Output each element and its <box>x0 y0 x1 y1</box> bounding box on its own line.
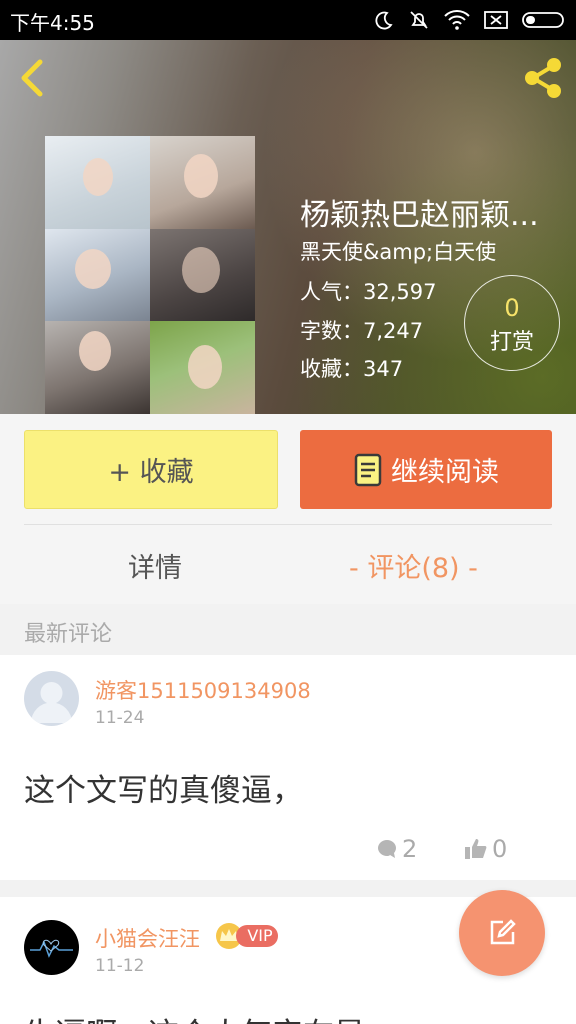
cover-photo <box>45 228 150 322</box>
reply-button[interactable]: 2 <box>376 835 417 863</box>
add-favorite-button[interactable]: + 收藏 <box>24 430 278 509</box>
reply-count: 2 <box>402 835 418 863</box>
comment-item: 游客1511509134908 11-24 这个文写的真傻逼， 2 0 <box>0 655 576 880</box>
book-cover[interactable] <box>45 136 255 414</box>
vip-badge: VIP <box>236 925 278 947</box>
avatar[interactable] <box>24 671 79 726</box>
book-title: 杨颖热巴赵丽颖... <box>300 198 539 233</box>
comment-icon <box>378 840 396 858</box>
add-favorite-label: + 收藏 <box>108 457 194 488</box>
share-button[interactable] <box>520 56 566 100</box>
wifi-icon <box>444 10 470 30</box>
status-bar: 下午4:55 <box>0 0 576 40</box>
battery-icon <box>522 12 564 28</box>
like-count: 0 <box>492 835 508 863</box>
comment-text: 牛逼啊，这个人气实在是 <box>24 1009 365 1024</box>
cover-photo <box>45 136 150 229</box>
like-button[interactable]: 0 <box>464 835 507 863</box>
cover-photo <box>150 136 255 229</box>
share-icon <box>525 58 561 98</box>
comment-username[interactable]: 游客1511509134908 <box>95 675 311 705</box>
tab-comments[interactable]: - 评论(8) - <box>349 546 478 585</box>
popularity-stat: 人气：32,597 <box>300 280 437 304</box>
avatar[interactable] <box>24 920 79 975</box>
mute-icon <box>410 11 428 29</box>
action-bar: + 收藏 继续阅读 详情 - 评论(8) - <box>0 414 576 604</box>
comment-text: 这个文写的真傻逼， <box>24 773 303 809</box>
comment-date: 11-24 <box>95 708 145 728</box>
default-avatar-icon <box>31 682 72 723</box>
word-count-stat: 字数：7,247 <box>300 319 424 343</box>
thumbs-up-icon <box>465 839 487 859</box>
comment-username[interactable]: 小猫会汪汪 <box>95 923 200 953</box>
book-header: 杨颖热巴赵丽颖... 黑天使&amp;白天使 人气：32,597 字数：7,24… <box>0 40 576 414</box>
divider <box>24 524 552 525</box>
moon-icon <box>375 11 393 30</box>
tab-detail[interactable]: 详情 <box>128 546 182 585</box>
favorites-stat: 收藏：347 <box>300 357 404 381</box>
tip-count: 0 <box>504 294 520 322</box>
comment-date: 11-12 <box>95 956 145 976</box>
edit-icon <box>490 919 516 945</box>
book-author[interactable]: 黑天使&amp;白天使 <box>300 236 496 266</box>
tip-button[interactable]: 0 打赏 <box>464 275 560 371</box>
tip-label: 打赏 <box>489 330 534 355</box>
cover-photo <box>150 321 255 414</box>
sim-icon <box>484 11 508 29</box>
cover-photo <box>150 228 255 322</box>
status-time: 下午4:55 <box>10 11 95 35</box>
continue-reading-button[interactable]: 继续阅读 <box>300 430 552 509</box>
back-button[interactable] <box>14 56 54 100</box>
book-icon <box>354 453 382 486</box>
user-avatar-image <box>30 939 73 958</box>
comments-section-title: 最新评论 <box>24 622 113 647</box>
cover-photo <box>45 321 150 414</box>
back-chevron-icon <box>21 59 43 97</box>
status-icons <box>374 8 566 32</box>
write-comment-button[interactable] <box>459 890 545 976</box>
continue-reading-label: 继续阅读 <box>391 457 499 488</box>
